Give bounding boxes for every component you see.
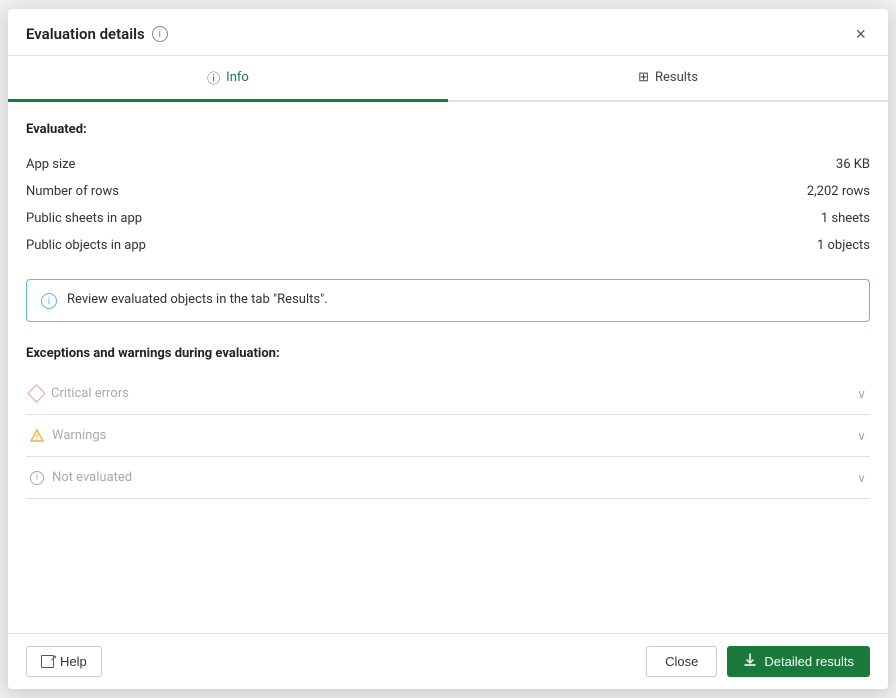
tab-info-label: Info xyxy=(226,70,249,85)
info-message-box: i Review evaluated objects in the tab "R… xyxy=(26,279,870,322)
warnings-left: ! Warnings xyxy=(30,428,106,443)
detailed-results-button[interactable]: Detailed results xyxy=(727,646,870,677)
footer-right-actions: Close Detailed results xyxy=(646,646,870,677)
info-box-icon: i xyxy=(41,293,57,309)
public-sheets-value: 1 sheets xyxy=(821,211,870,226)
info-tab-icon: ⓘ xyxy=(207,68,220,87)
modal-title: Evaluation details xyxy=(26,25,145,43)
table-row: Public objects in app 1 objects xyxy=(26,232,870,259)
title-info-icon: i xyxy=(152,26,168,42)
critical-errors-icon xyxy=(27,384,45,402)
table-row: Public sheets in app 1 sheets xyxy=(26,205,870,232)
exceptions-heading: Exceptions and warnings during evaluatio… xyxy=(26,346,870,361)
public-objects-label: Public objects in app xyxy=(26,238,146,253)
info-box-text: Review evaluated objects in the tab "Res… xyxy=(67,292,328,307)
table-row: App size 36 KB xyxy=(26,151,870,178)
tab-results-label: Results xyxy=(655,70,698,85)
table-row: Number of rows 2,202 rows xyxy=(26,178,870,205)
svg-text:!: ! xyxy=(36,433,38,442)
accordion-item-not-evaluated: i Not evaluated ∨ xyxy=(26,457,870,499)
not-evaluated-toggle[interactable]: i Not evaluated ∨ xyxy=(26,457,870,498)
detailed-results-label: Detailed results xyxy=(764,654,854,669)
num-rows-value: 2,202 rows xyxy=(807,184,870,199)
download-icon xyxy=(743,653,757,670)
warning-icon: ! xyxy=(30,429,44,442)
app-size-value: 36 KB xyxy=(836,157,870,172)
accordion-item-critical: Critical errors ∨ xyxy=(26,373,870,415)
not-evaluated-label: Not evaluated xyxy=(52,470,132,485)
modal-body: Evaluated: App size 36 KB Number of rows… xyxy=(8,102,888,633)
public-objects-value: 1 objects xyxy=(817,238,870,253)
warnings-label: Warnings xyxy=(52,428,106,443)
exceptions-accordion: Critical errors ∨ ! Warnings xyxy=(26,373,870,499)
help-label: Help xyxy=(60,654,87,669)
num-rows-label: Number of rows xyxy=(26,184,119,199)
modal-header: Evaluation details i × xyxy=(8,9,888,56)
public-sheets-label: Public sheets in app xyxy=(26,211,142,226)
evaluated-table: App size 36 KB Number of rows 2,202 rows… xyxy=(26,151,870,259)
modal-footer: Help Close Detailed results xyxy=(8,633,888,689)
title-row: Evaluation details i xyxy=(26,25,168,43)
tab-info[interactable]: ⓘ Info xyxy=(8,56,448,102)
evaluated-heading: Evaluated: xyxy=(26,122,870,137)
chevron-down-icon: ∨ xyxy=(857,387,866,401)
critical-errors-left: Critical errors xyxy=(30,386,129,401)
help-button[interactable]: Help xyxy=(26,646,102,677)
close-modal-button[interactable]: Close xyxy=(646,646,717,677)
close-icon-button[interactable]: × xyxy=(851,23,870,45)
app-size-label: App size xyxy=(26,157,75,172)
critical-errors-toggle[interactable]: Critical errors ∨ xyxy=(26,373,870,414)
results-tab-icon: ⊞ xyxy=(638,70,649,85)
evaluation-details-modal: Evaluation details i × ⓘ Info ⊞ Results … xyxy=(8,9,888,689)
external-link-icon xyxy=(41,655,54,668)
warnings-toggle[interactable]: ! Warnings ∨ xyxy=(26,415,870,456)
tabs-bar: ⓘ Info ⊞ Results xyxy=(8,56,888,102)
chevron-down-icon: ∨ xyxy=(857,429,866,443)
tab-results[interactable]: ⊞ Results xyxy=(448,56,888,102)
not-evaluated-icon: i xyxy=(30,471,44,485)
critical-errors-label: Critical errors xyxy=(51,386,129,401)
accordion-item-warnings: ! Warnings ∨ xyxy=(26,415,870,457)
not-evaluated-left: i Not evaluated xyxy=(30,470,132,485)
chevron-down-icon: ∨ xyxy=(857,471,866,485)
